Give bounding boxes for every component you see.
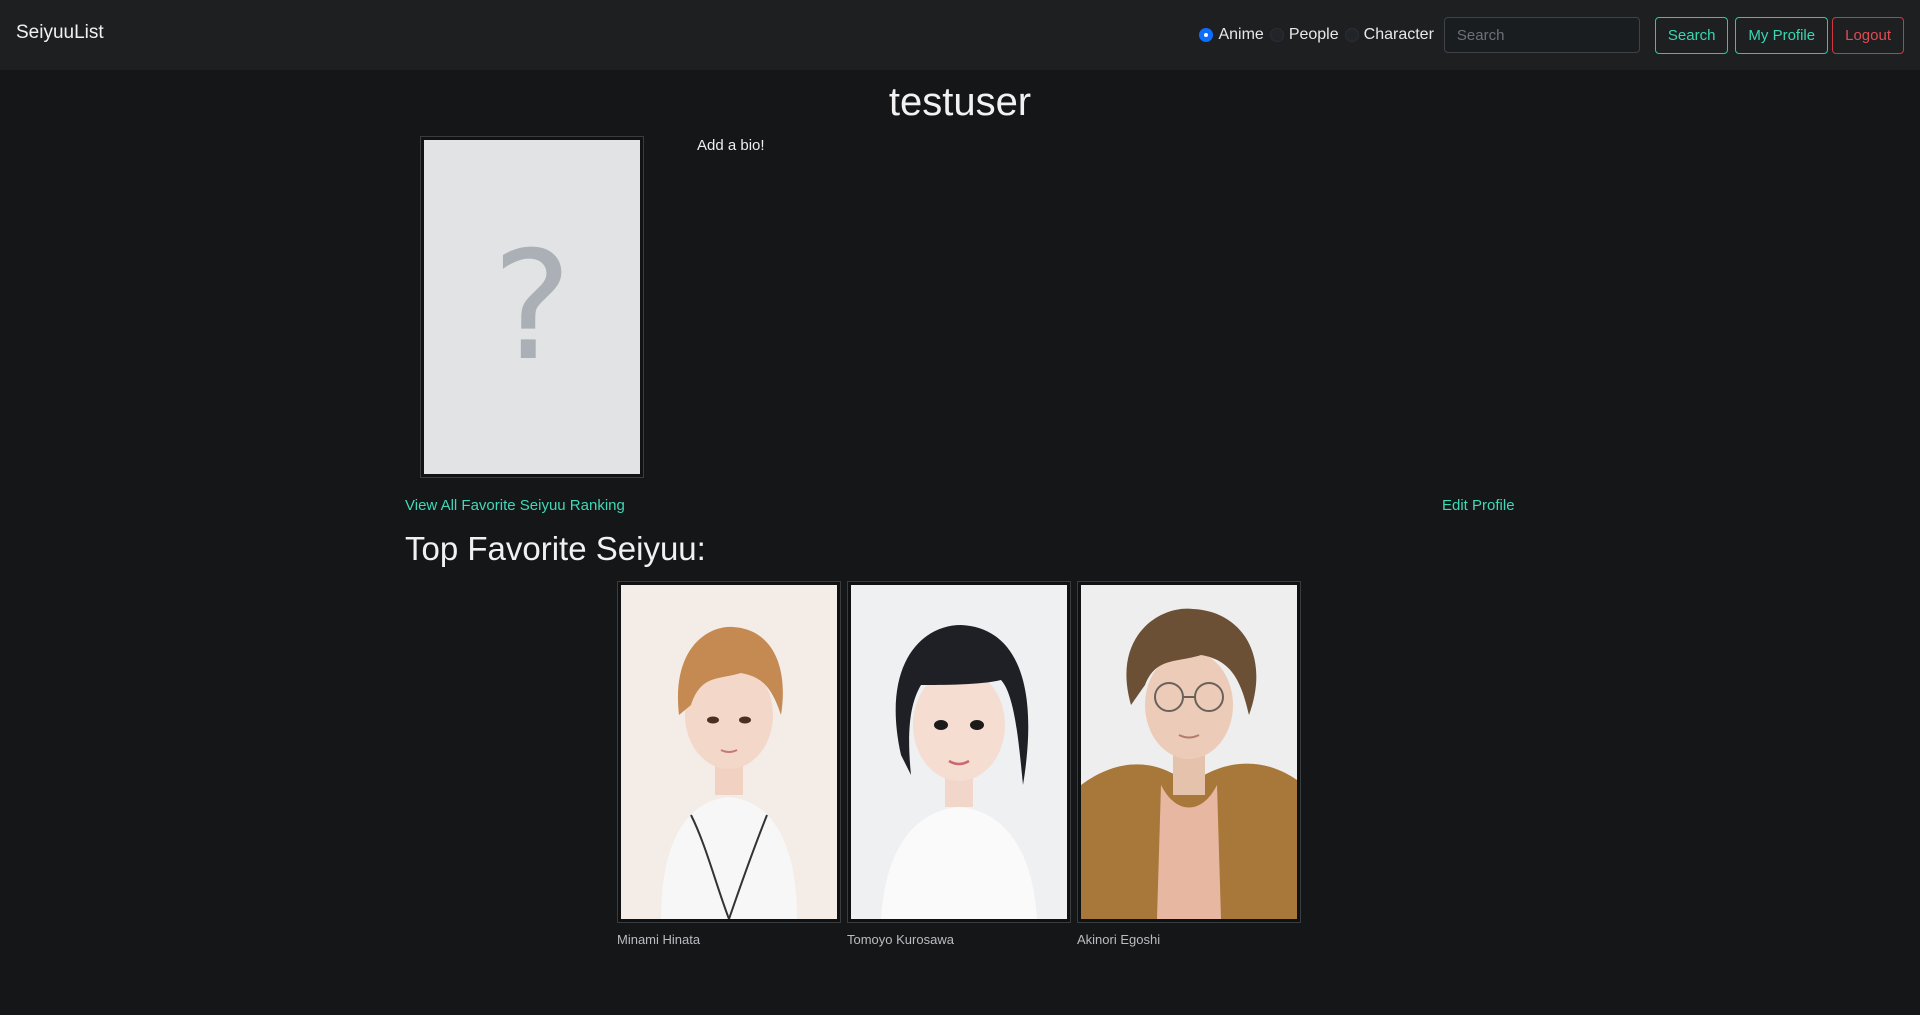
favorite-card[interactable]: Akinori Egoshi — [1077, 581, 1301, 947]
search-button[interactable]: Search — [1654, 16, 1729, 54]
profile-bio: Add a bio! — [697, 137, 765, 154]
seiyuu-photo[interactable] — [621, 585, 837, 919]
radio-people[interactable]: People — [1269, 26, 1339, 44]
radio-people-label[interactable]: People — [1289, 26, 1339, 44]
radio-character-control[interactable] — [1344, 28, 1359, 42]
radio-anime-label[interactable]: Anime — [1218, 26, 1263, 44]
favorite-card[interactable]: Minami Hinata — [617, 581, 841, 947]
logout-button[interactable]: Logout — [1832, 16, 1904, 54]
favorite-card[interactable]: Tomoyo Kurosawa — [847, 581, 1071, 947]
seiyuu-name[interactable]: Tomoyo Kurosawa — [847, 932, 1071, 947]
favorites-title: Top Favorite Seiyuu: — [405, 530, 706, 567]
view-ranking-link[interactable]: View All Favorite Seiyuu Ranking — [405, 497, 625, 514]
seiyuu-photo[interactable] — [851, 585, 1067, 919]
radio-character-label[interactable]: Character — [1364, 26, 1434, 44]
profile-avatar: ? — [420, 136, 644, 478]
radio-people-control[interactable] — [1269, 28, 1284, 42]
radio-character[interactable]: Character — [1344, 26, 1434, 44]
radio-anime-control[interactable] — [1199, 28, 1214, 42]
my-profile-button[interactable]: My Profile — [1735, 16, 1829, 54]
favorites-list: Minami Hinata Tomoyo Kurosawa Akinori Eg… — [617, 581, 1307, 947]
navbar-actions: Anime People Character Search My Profile… — [1199, 16, 1904, 54]
profile-username: testuser — [888, 80, 1032, 124]
navbar: SeiyuuList Anime People Character Search… — [0, 0, 1920, 70]
radio-anime[interactable]: Anime — [1199, 26, 1264, 44]
seiyuu-name[interactable]: Minami Hinata — [617, 932, 841, 947]
favorite-photo-frame[interactable] — [1077, 581, 1301, 923]
brand-logo[interactable]: SeiyuuList — [16, 22, 104, 44]
favorite-photo-frame[interactable] — [617, 581, 841, 923]
search-input[interactable] — [1443, 17, 1640, 53]
edit-profile-link[interactable]: Edit Profile — [1442, 497, 1515, 514]
search-type-radio-group: Anime People Character — [1199, 26, 1439, 44]
seiyuu-photo[interactable] — [1081, 585, 1297, 919]
favorite-photo-frame[interactable] — [847, 581, 1071, 923]
question-mark-icon: ? — [492, 220, 572, 394]
seiyuu-name[interactable]: Akinori Egoshi — [1077, 932, 1301, 947]
avatar-placeholder: ? — [424, 140, 640, 474]
